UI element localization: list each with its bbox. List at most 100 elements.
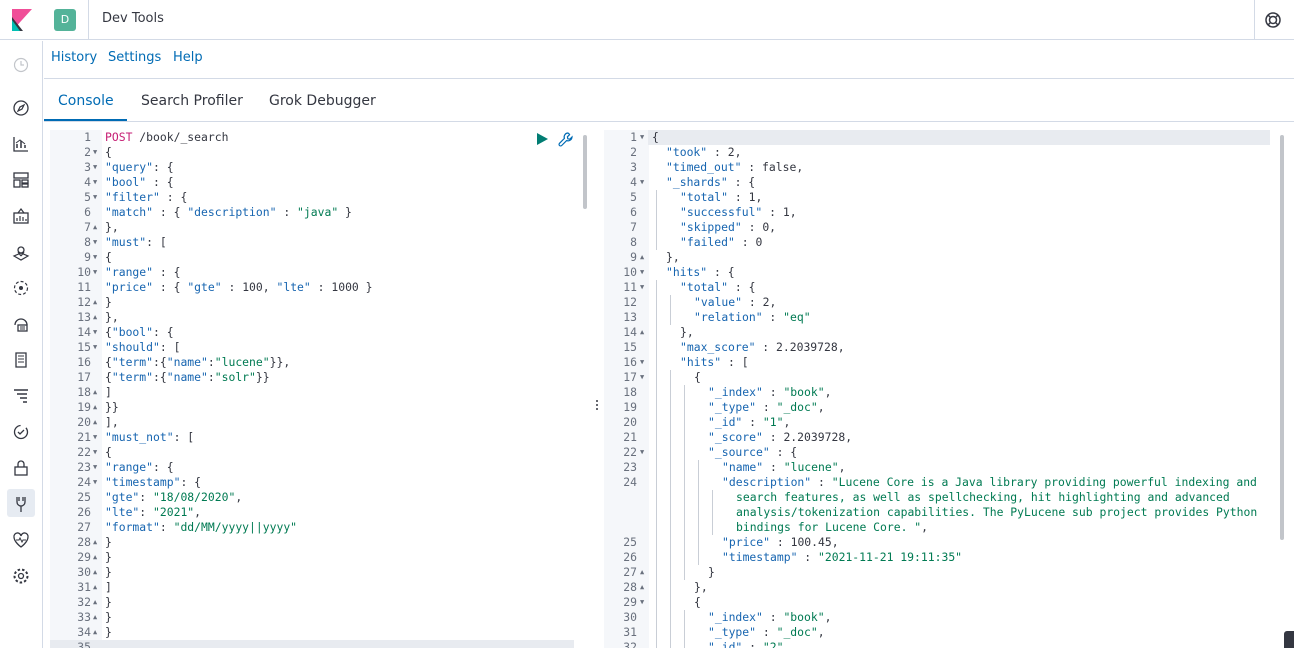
code-text: "skipped" : 0,: [652, 220, 776, 235]
line-number: 13: [623, 310, 637, 324]
code-token: "total": [680, 280, 729, 294]
infrastructure-icon[interactable]: [12, 315, 30, 333]
response-scrollbar[interactable]: [1280, 135, 1284, 540]
fold-toggle-icon[interactable]: ▼: [93, 160, 97, 175]
code-token: search features, as well as spellcheckin…: [736, 490, 1230, 504]
tab-console[interactable]: Console: [58, 93, 114, 109]
code-token: 1: [782, 205, 790, 219]
dev-tools-icon[interactable]: [12, 495, 30, 513]
help-corner-tab[interactable]: [1284, 631, 1294, 648]
line-number: 3: [630, 160, 637, 174]
line-number: 32: [623, 640, 637, 648]
code-token: }},: [269, 355, 291, 369]
code-text: },: [652, 325, 694, 340]
code-line: 16 ▼ "hits" : [: [604, 355, 1274, 370]
fold-toggle-icon[interactable]: ▼: [93, 190, 97, 205]
discover-compass-icon[interactable]: [12, 99, 30, 117]
fold-toggle-icon[interactable]: ▼: [93, 475, 97, 490]
fold-toggle-icon[interactable]: ▲: [640, 580, 644, 595]
fold-toggle-icon[interactable]: ▲: [93, 580, 97, 595]
code-token: "took": [666, 145, 708, 159]
fold-toggle-icon[interactable]: ▲: [93, 535, 97, 550]
fold-toggle-icon[interactable]: ▼: [93, 175, 97, 190]
code-text: "_score" : 2.2039728,: [652, 430, 852, 445]
wrench-actions-icon[interactable]: [558, 132, 573, 147]
code-token: ,: [783, 415, 791, 429]
fold-toggle-icon[interactable]: ▲: [93, 295, 97, 310]
fold-toggle-icon[interactable]: ▲: [93, 550, 97, 565]
fold-toggle-icon[interactable]: ▲: [640, 325, 644, 340]
management-gear-icon[interactable]: [12, 567, 30, 585]
fold-toggle-icon[interactable]: ▲: [93, 610, 97, 625]
response-viewer[interactable]: 1 ▼{2 "took" : 2, 3 "timed_out" : false, 4 ▼ "_…: [604, 123, 1294, 648]
fold-toggle-icon[interactable]: ▼: [640, 445, 644, 460]
line-number: 28: [623, 580, 637, 594]
fold-toggle-icon[interactable]: ▼: [640, 175, 644, 190]
request-editor[interactable]: 1 POST /book/_search 2 ▼{3 ▼ "query": {4 ▼ "boo…: [50, 123, 588, 648]
tab-search-profiler[interactable]: Search Profiler: [141, 93, 243, 109]
help-link[interactable]: Help: [173, 50, 203, 65]
fold-toggle-icon[interactable]: ▲: [93, 565, 97, 580]
fold-toggle-icon[interactable]: ▼: [93, 235, 97, 250]
fold-toggle-icon[interactable]: ▼: [93, 445, 97, 460]
fold-toggle-icon[interactable]: ▼: [93, 145, 97, 160]
line-number: 14: [623, 325, 637, 339]
fold-toggle-icon[interactable]: ▼: [640, 280, 644, 295]
maps-icon[interactable]: [12, 243, 30, 261]
settings-link[interactable]: Settings: [108, 50, 161, 65]
code-token: : [: [173, 430, 195, 444]
fold-toggle-icon[interactable]: ▲: [93, 385, 97, 400]
fold-toggle-icon[interactable]: ▲: [640, 565, 644, 580]
code-token: "name": [166, 370, 208, 384]
monitoring-heart-icon[interactable]: [12, 531, 30, 549]
fold-toggle-icon[interactable]: ▲: [640, 250, 644, 265]
fold-toggle-icon[interactable]: ▼: [640, 370, 644, 385]
code-text: "value" : 2,: [652, 295, 776, 310]
fold-toggle-icon[interactable]: ▲: [93, 625, 97, 640]
fold-toggle-icon[interactable]: ▼: [640, 130, 644, 145]
code-text: "took" : 2,: [652, 145, 741, 160]
siem-lock-icon[interactable]: [12, 459, 30, 477]
fold-toggle-icon[interactable]: ▲: [93, 595, 97, 610]
code-text: "range": {: [105, 460, 174, 475]
fold-toggle-icon[interactable]: ▼: [93, 250, 97, 265]
pane-resizer-handle[interactable]: [594, 398, 600, 416]
code-token: "gte": [105, 490, 140, 504]
code-text: search features, as well as spellcheckin…: [652, 490, 1230, 505]
fold-toggle-icon[interactable]: ▼: [640, 355, 644, 370]
code-line: 21 "_score" : 2.2039728,: [604, 430, 1274, 445]
fold-toggle-icon[interactable]: ▼: [93, 430, 97, 445]
dashboard-icon[interactable]: [12, 171, 30, 189]
fold-toggle-icon[interactable]: ▼: [93, 340, 97, 355]
request-code[interactable]: 1 POST /book/_search 2 ▼{3 ▼ "query": {4 ▼ "boo…: [50, 130, 580, 648]
send-request-play-icon[interactable]: [535, 132, 549, 146]
code-token: "lucene": [214, 355, 270, 369]
logs-icon[interactable]: [12, 351, 30, 369]
fold-toggle-icon[interactable]: ▲: [93, 415, 97, 430]
help-menu-icon[interactable]: [1264, 11, 1282, 29]
ml-icon[interactable]: [12, 279, 30, 297]
tab-grok-debugger[interactable]: Grok Debugger: [269, 93, 376, 109]
code-token: "description": [722, 475, 812, 489]
fold-toggle-icon[interactable]: ▲: [93, 220, 97, 235]
fold-toggle-icon[interactable]: ▼: [640, 595, 644, 610]
code-token: "lte": [276, 280, 311, 294]
fold-toggle-icon[interactable]: ▼: [640, 265, 644, 280]
fold-toggle-icon[interactable]: ▼: [93, 460, 97, 475]
apm-icon[interactable]: [12, 387, 30, 405]
recent-clock-icon[interactable]: [12, 56, 30, 74]
history-link[interactable]: History: [51, 50, 97, 65]
line-number: 14: [77, 325, 91, 339]
line-number: 19: [77, 400, 91, 414]
code-token: ,: [783, 640, 791, 648]
uptime-icon[interactable]: [12, 423, 30, 441]
canvas-icon[interactable]: [12, 207, 30, 225]
visualize-chart-icon[interactable]: [12, 135, 30, 153]
fold-toggle-icon[interactable]: ▲: [93, 400, 97, 415]
space-avatar[interactable]: D: [54, 9, 76, 31]
fold-toggle-icon[interactable]: ▲: [93, 310, 97, 325]
fold-toggle-icon[interactable]: ▼: [93, 265, 97, 280]
fold-toggle-icon[interactable]: ▼: [93, 325, 97, 340]
kibana-logo[interactable]: [12, 9, 32, 31]
request-scrollbar[interactable]: [583, 135, 587, 209]
